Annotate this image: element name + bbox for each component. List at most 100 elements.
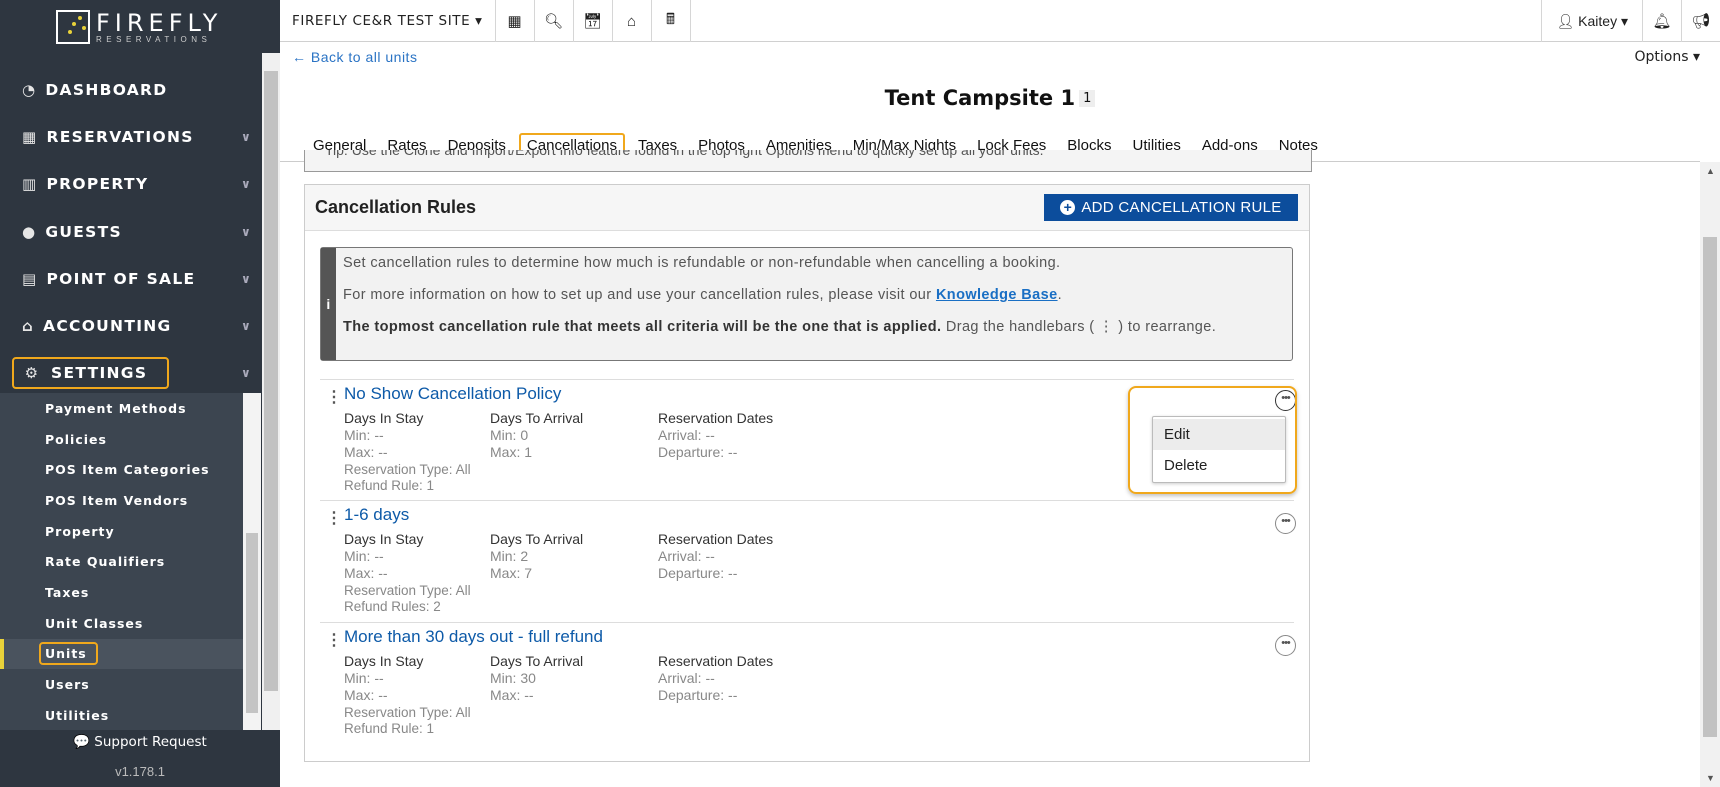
user-icon: ● xyxy=(22,222,37,241)
gauge-icon: ◔ xyxy=(22,80,37,99)
nav-label-wrap: ⌂ ACCOUNTING xyxy=(22,317,172,335)
refund-rule: Refund Rule: 1 xyxy=(344,477,435,493)
submenu-item[interactable]: Rate Qualifiers xyxy=(0,546,243,577)
drag-handle-icon[interactable]: ⋮ xyxy=(326,630,342,650)
site-selector[interactable]: FIREFLY CE&R TEST SITE ▾ xyxy=(280,0,496,42)
delete-menu-item[interactable]: Delete xyxy=(1153,450,1285,481)
nav-label: DASHBOARD xyxy=(45,80,168,99)
value: Max: -- xyxy=(490,687,534,703)
value: Max: 7 xyxy=(490,565,533,581)
submenu-label: Payment Methods xyxy=(45,400,187,416)
main-nav: ◔ DASHBOARD ▦ RESERVATIONS ∨ ▥ PROPERTY ∨ ● GUEST… xyxy=(0,66,264,397)
submenu-item[interactable]: Taxes xyxy=(0,577,243,608)
rule-name-link[interactable]: 1-6 days xyxy=(344,505,409,525)
drag-handle-icon[interactable]: ⋮ xyxy=(326,508,342,528)
rule-name-link[interactable]: More than 30 days out - full refund xyxy=(344,627,603,647)
rule-meta: Reservation Type: All Refund Rules: 2 xyxy=(344,583,471,614)
nav-item-reservations[interactable]: ▦ RESERVATIONS ∨ xyxy=(0,113,264,160)
rule-meta: Reservation Type: All Refund Rule: 1 xyxy=(344,705,471,736)
nav-item-guests[interactable]: ● GUESTS ∨ xyxy=(0,208,264,255)
page-scrollbar[interactable]: ▲ ▼ xyxy=(1700,162,1720,787)
nav-item-accounting[interactable]: ⌂ ACCOUNTING ∨ xyxy=(0,302,264,349)
cancellation-rule: ⋮ 1-6 days Days In Stay Min: -- Max: -- Da… xyxy=(320,500,1296,623)
nav-item-property[interactable]: ▥ PROPERTY ∨ xyxy=(0,161,264,208)
nav-label-wrap: ◔ DASHBOARD xyxy=(22,81,167,99)
nav-item-point-of-sale[interactable]: ▤ POINT OF SALE ∨ xyxy=(0,255,264,302)
nav-label: SETTINGS xyxy=(51,364,148,383)
nav-label-wrap: ▤ POINT OF SALE xyxy=(22,270,195,288)
nav-label: GUESTS xyxy=(45,222,122,241)
page-title: Tent Campsite 11 xyxy=(280,86,1700,110)
chevron-down-icon: ∨ xyxy=(240,271,252,286)
refund-rule: Refund Rules: 2 xyxy=(344,598,441,614)
user-menu[interactable]: 👤︎ Kaitey ▾ xyxy=(1541,0,1642,42)
submenu-item[interactable]: Property xyxy=(0,516,243,547)
value: Min: -- xyxy=(344,548,384,564)
more-options-icon[interactable]: ••• xyxy=(1275,635,1296,656)
firefly-logo[interactable]: FIREFLY RESERVATIONS xyxy=(56,10,222,44)
search-icon[interactable]: 🔍︎ xyxy=(535,0,574,42)
back-label: Back to all units xyxy=(310,49,418,65)
nav-label: PROPERTY xyxy=(46,175,149,194)
nav-label: POINT OF SALE xyxy=(46,269,196,288)
apps-grid-icon[interactable]: ▦ xyxy=(496,0,535,42)
submenu-label: Policies xyxy=(45,431,107,447)
support-request-link[interactable]: 💬 Support Request xyxy=(0,734,280,750)
days-to-arrival: Days To Arrival Min: 0 Max: 1 xyxy=(490,410,583,461)
logo-mark-icon xyxy=(56,10,90,44)
caret-down-icon: ▾ xyxy=(475,13,483,29)
reservation-type: Reservation Type: All xyxy=(344,583,471,598)
calendar-plus-icon[interactable]: 📅︎ xyxy=(574,0,613,42)
support-label: Support Request xyxy=(94,734,207,750)
panel-header: Cancellation Rules + ADD CANCELLATION RUL… xyxy=(305,185,1309,231)
top-bar: FIREFLY CE&R TEST SITE ▾ ▦ 🔍︎ 📅︎ ⌂ 🖩 👤︎ … xyxy=(280,0,1720,42)
info-bold: The topmost cancellation rule that meets… xyxy=(343,319,942,335)
submenu-item[interactable]: Utilities xyxy=(0,700,243,730)
submenu-item[interactable]: Payment Methods xyxy=(0,393,243,424)
submenu-label: Utilities xyxy=(45,707,110,723)
value: Arrival: -- xyxy=(658,427,715,443)
bell-icon[interactable]: 🔔︎ xyxy=(1642,0,1681,42)
nav-item-settings[interactable]: ⚙ SETTINGS ∨ xyxy=(0,350,264,397)
submenu-item[interactable]: Policies xyxy=(0,424,243,455)
submenu-item[interactable]: Units xyxy=(0,638,243,670)
value: Min: -- xyxy=(344,670,384,686)
megaphone-icon[interactable]: 📢︎ xyxy=(1681,0,1720,42)
more-options-icon[interactable]: ••• xyxy=(1275,513,1296,534)
bank-icon: ⌂ xyxy=(22,317,35,336)
col-header: Days In Stay xyxy=(344,653,424,669)
col-header: Reservation Dates xyxy=(658,653,774,669)
options-menu[interactable]: Options ▾ xyxy=(1634,49,1700,65)
submenu-item[interactable]: Unit Classes xyxy=(0,608,243,639)
nav-item-dashboard[interactable]: ◔ DASHBOARD xyxy=(0,66,264,113)
gear-icon: ⚙ xyxy=(24,364,40,383)
back-to-units-link[interactable]: ← Back to all units xyxy=(292,49,417,65)
chat-icon: 💬 xyxy=(73,734,90,750)
rule-name-link[interactable]: No Show Cancellation Policy xyxy=(344,384,561,404)
cash-register-icon[interactable]: 🖩 xyxy=(652,0,691,42)
submenu-item[interactable]: POS Item Categories xyxy=(0,454,243,485)
submenu-label: Units xyxy=(39,642,98,666)
col-header: Days To Arrival xyxy=(490,531,584,547)
submenu-label: Rate Qualifiers xyxy=(45,554,166,570)
version-label: v1.178.1 xyxy=(115,764,165,779)
value: Departure: -- xyxy=(658,687,738,703)
submenu-item[interactable]: Users xyxy=(0,669,243,700)
home-icon[interactable]: ⌂ xyxy=(613,0,652,42)
tip-banner: Tip: Use the Clone and Import/Export Inf… xyxy=(304,150,1312,172)
info-box: i Set cancellation rules to determine ho… xyxy=(320,247,1293,361)
value: Min: 0 xyxy=(490,427,529,443)
submenu-scrollbar[interactable] xyxy=(243,393,261,730)
days-to-arrival: Days To Arrival Min: 2 Max: 7 xyxy=(490,531,583,582)
drag-handle-icon[interactable]: ⋮ xyxy=(326,387,342,407)
chevron-down-icon: ∨ xyxy=(240,177,252,192)
sidebar-scrollbar[interactable] xyxy=(262,53,280,730)
value: Min: -- xyxy=(344,427,384,443)
site-name: FIREFLY CE&R TEST SITE xyxy=(292,13,471,29)
info-line-3: The topmost cancellation rule that meets… xyxy=(343,318,1282,336)
knowledge-base-link[interactable]: Knowledge Base xyxy=(936,287,1058,303)
plus-circle-icon: + xyxy=(1060,200,1076,215)
submenu-item[interactable]: POS Item Vendors xyxy=(0,485,243,516)
add-cancellation-rule-button[interactable]: + ADD CANCELLATION RULE xyxy=(1044,194,1298,221)
edit-menu-item[interactable]: Edit xyxy=(1153,419,1285,450)
